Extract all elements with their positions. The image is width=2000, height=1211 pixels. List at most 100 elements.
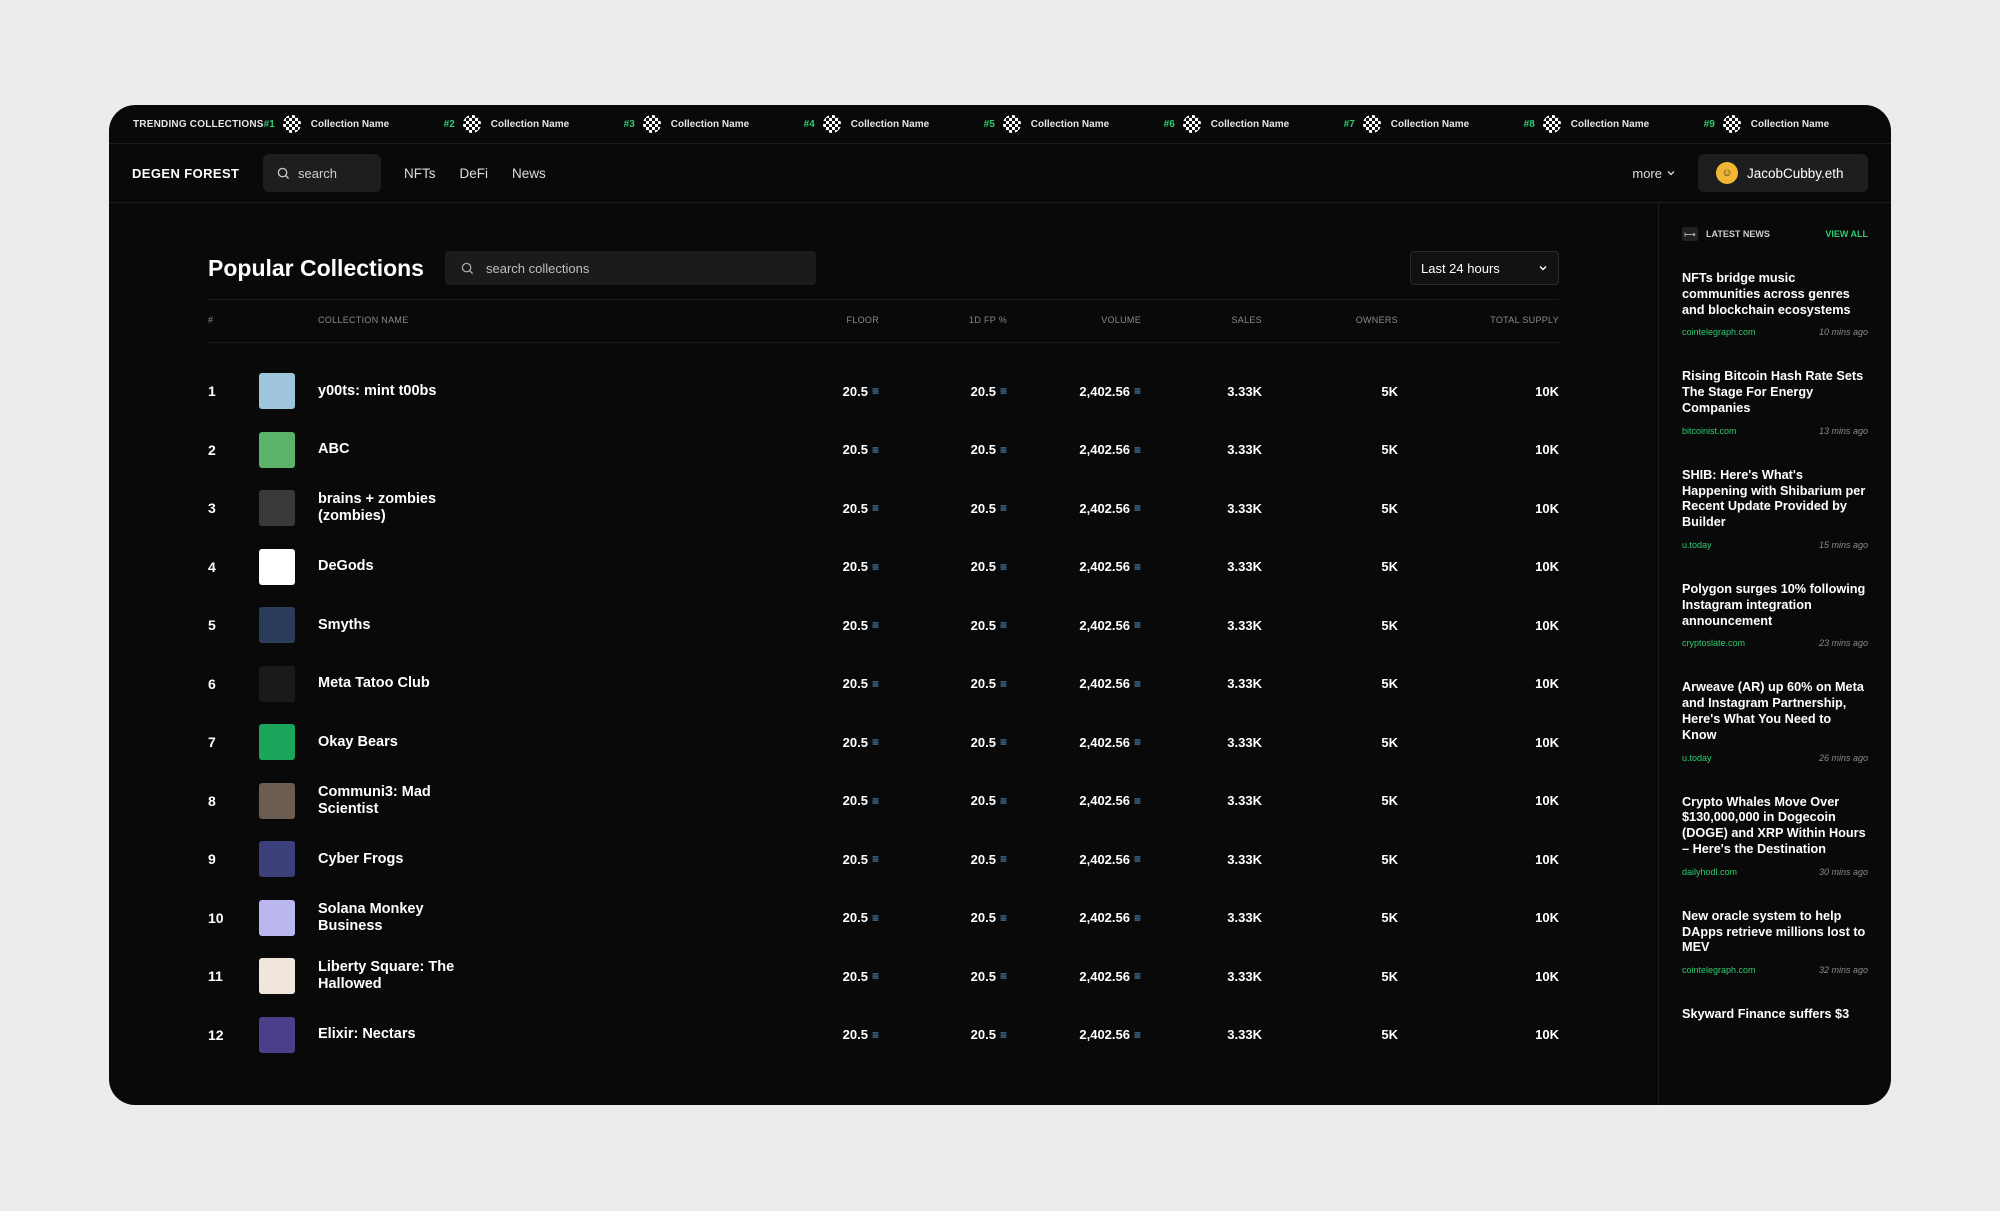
eth-icon: ≡ bbox=[871, 852, 879, 867]
ticker-rank: #5 bbox=[983, 118, 995, 130]
row-rank: 6 bbox=[208, 675, 216, 692]
col-name[interactable]: COLLECTION NAME bbox=[318, 315, 409, 325]
news-source[interactable]: cryptoslate.com bbox=[1682, 638, 1745, 648]
collection-name[interactable]: Smyths bbox=[318, 596, 478, 655]
nav-link-nfts[interactable]: NFTs bbox=[404, 166, 436, 181]
news-headline[interactable]: Skyward Finance suffers $3 bbox=[1682, 1007, 1868, 1023]
collection-name[interactable]: DeGods bbox=[318, 538, 478, 597]
table-row[interactable]: 9 Cyber Frogs 20.5 ≡ 20.5 ≡ 2,402.56 ≡ 3.33K 5K 10… bbox=[208, 830, 1559, 889]
col-floor[interactable]: FLOOR bbox=[846, 315, 879, 325]
eth-icon: ≡ bbox=[871, 618, 879, 633]
table-row[interactable]: 6 Meta Tatoo Club 20.5 ≡ 20.5 ≡ 2,402.56 ≡ 3.33K… bbox=[208, 655, 1559, 714]
collection-thumbnail bbox=[259, 947, 295, 1006]
news-headline[interactable]: Crypto Whales Move Over $130,000,000 in … bbox=[1682, 795, 1868, 858]
table-row[interactable]: 3 brains + zombies (zombies) 20.5 ≡ 20.5 ≡ 2,4… bbox=[208, 479, 1559, 538]
ticker-item[interactable]: #3 Collection Name bbox=[624, 115, 804, 133]
collection-name[interactable]: ABC bbox=[318, 421, 478, 480]
collection-name[interactable]: Communi3: Mad Scientist bbox=[318, 772, 478, 831]
collection-name[interactable]: Liberty Square: The Hallowed bbox=[318, 947, 478, 1006]
sales-value: 3.33K bbox=[1227, 500, 1262, 516]
expand-icon[interactable]: ⟼ bbox=[1682, 227, 1698, 241]
eth-icon: ≡ bbox=[999, 852, 1007, 867]
table-row[interactable]: 2 ABC 20.5 ≡ 20.5 ≡ 2,402.56 ≡ 3.33K 5K 10K bbox=[208, 421, 1559, 480]
ticker-item[interactable]: #5 Collection Name bbox=[984, 115, 1164, 133]
ticker-item[interactable]: #6 Collection Name bbox=[1164, 115, 1344, 133]
table-row[interactable]: 10 Solana Monkey Business 20.5 ≡ 20.5 ≡ 2,402.… bbox=[208, 889, 1559, 948]
ticker-name: Collection Name bbox=[1750, 118, 1830, 130]
sales-value: 3.33K bbox=[1227, 910, 1262, 926]
table-row[interactable]: 5 Smyths 20.5 ≡ 20.5 ≡ 2,402.56 ≡ 3.33K 5K 10K bbox=[208, 596, 1559, 655]
user-button[interactable]: ☺ JacobCubby.eth bbox=[1698, 154, 1868, 192]
collection-logo-icon bbox=[822, 115, 841, 133]
view-all-link[interactable]: VIEW ALL bbox=[1825, 229, 1868, 239]
period-select[interactable]: Last 24 hours bbox=[1410, 251, 1559, 285]
collection-name[interactable]: Solana Monkey Business bbox=[318, 889, 478, 948]
col-sales[interactable]: SALES bbox=[1231, 315, 1262, 325]
ticker-item[interactable]: #2 Collection Name bbox=[444, 115, 624, 133]
table-row[interactable]: 7 Okay Bears 20.5 ≡ 20.5 ≡ 2,402.56 ≡ 3.33K 5K 10K bbox=[208, 713, 1559, 772]
supply-value: 10K bbox=[1535, 734, 1559, 750]
collection-image bbox=[259, 490, 295, 527]
news-headline[interactable]: SHIB: Here's What's Happening with Shiba… bbox=[1682, 468, 1868, 531]
news-item[interactable]: SHIB: Here's What's Happening with Shiba… bbox=[1682, 468, 1868, 550]
news-source[interactable]: u.today bbox=[1682, 540, 1712, 550]
nav-link-news[interactable]: News bbox=[512, 166, 546, 181]
news-source[interactable]: bitcoinist.com bbox=[1682, 426, 1737, 436]
ticker-item[interactable]: #8 Collection Name bbox=[1524, 115, 1704, 133]
ticker-item[interactable]: #4 Collection Name bbox=[804, 115, 984, 133]
supply-value: 10K bbox=[1535, 1027, 1559, 1043]
news-item[interactable]: New oracle system to help DApps retrieve… bbox=[1682, 909, 1868, 975]
collection-name[interactable]: Cyber Frogs bbox=[318, 830, 478, 889]
col-supply[interactable]: TOTAL SUPPLY bbox=[1490, 315, 1559, 325]
table-row[interactable]: 4 DeGods 20.5 ≡ 20.5 ≡ 2,402.56 ≡ 3.33K 5K 10K bbox=[208, 538, 1559, 597]
table-row[interactable]: 12 Elixir: Nectars 20.5 ≡ 20.5 ≡ 2,402.56 ≡ 3.33… bbox=[208, 1006, 1559, 1065]
news-item[interactable]: Rising Bitcoin Hash Rate Sets The Stage … bbox=[1682, 369, 1868, 435]
news-source[interactable]: cointelegraph.com bbox=[1682, 965, 1756, 975]
news-source[interactable]: dailyhodl.com bbox=[1682, 867, 1737, 877]
owners-value: 5K bbox=[1381, 383, 1398, 399]
search-input[interactable]: search bbox=[263, 154, 381, 192]
period-value: Last 24 hours bbox=[1421, 260, 1500, 276]
collection-name[interactable]: Elixir: Nectars bbox=[318, 1006, 478, 1065]
col-volume[interactable]: VOLUME bbox=[1101, 315, 1141, 325]
ticker-item[interactable]: #7 Collection Name bbox=[1344, 115, 1524, 133]
collections-search-input[interactable]: search collections bbox=[445, 251, 816, 285]
col-owners[interactable]: OWNERS bbox=[1356, 315, 1398, 325]
nav-link-defi[interactable]: DeFi bbox=[460, 166, 489, 181]
news-source[interactable]: cointelegraph.com bbox=[1682, 327, 1756, 337]
news-item[interactable]: Polygon surges 10% following Instagram i… bbox=[1682, 582, 1868, 648]
collection-name[interactable]: Okay Bears bbox=[318, 713, 478, 772]
news-item[interactable]: Arweave (AR) up 60% on Meta and Instagra… bbox=[1682, 680, 1868, 762]
collection-name[interactable]: y00ts: mint t00bs bbox=[318, 362, 478, 421]
news-headline[interactable]: NFTs bridge music communities across gen… bbox=[1682, 271, 1868, 318]
news-item[interactable]: Skyward Finance suffers $3 bbox=[1682, 1007, 1868, 1032]
more-menu[interactable]: more bbox=[1632, 166, 1676, 181]
col-fp[interactable]: 1D FP % bbox=[969, 315, 1007, 325]
collection-name[interactable]: Meta Tatoo Club bbox=[318, 655, 478, 714]
row-rank: 7 bbox=[208, 734, 216, 751]
volume-value: 2,402.56 ≡ bbox=[1079, 442, 1141, 458]
collection-name[interactable]: brains + zombies (zombies) bbox=[318, 479, 478, 538]
ticker-rank: #7 bbox=[1343, 118, 1355, 130]
news-headline[interactable]: Arweave (AR) up 60% on Meta and Instagra… bbox=[1682, 680, 1868, 743]
fp-value: 20.5 ≡ bbox=[970, 383, 1007, 399]
ticker-item[interactable]: #1 Collection Name bbox=[264, 115, 444, 133]
table-row[interactable]: 8 Communi3: Mad Scientist 20.5 ≡ 20.5 ≡ 2,402.… bbox=[208, 772, 1559, 831]
sales-value: 3.33K bbox=[1227, 617, 1262, 633]
collection-image bbox=[259, 1016, 295, 1053]
divider bbox=[208, 342, 1559, 343]
ticker-name: Collection Name bbox=[670, 118, 750, 130]
ticker-item[interactable]: #9 Collection Name bbox=[1704, 115, 1884, 133]
fp-value: 20.5 ≡ bbox=[970, 617, 1007, 633]
table-row[interactable]: 1 y00ts: mint t00bs 20.5 ≡ 20.5 ≡ 2,402.56 ≡ 3.3… bbox=[208, 362, 1559, 421]
row-rank: 10 bbox=[208, 909, 224, 926]
news-headline[interactable]: Polygon surges 10% following Instagram i… bbox=[1682, 582, 1868, 629]
news-item[interactable]: NFTs bridge music communities across gen… bbox=[1682, 271, 1868, 337]
collection-logo-icon bbox=[642, 115, 661, 133]
table-row[interactable]: 11 Liberty Square: The Hallowed 20.5 ≡ 20.5 ≡… bbox=[208, 947, 1559, 1006]
logo[interactable]: DEGEN FOREST bbox=[132, 166, 263, 181]
news-source[interactable]: u.today bbox=[1682, 753, 1712, 763]
news-item[interactable]: Crypto Whales Move Over $130,000,000 in … bbox=[1682, 795, 1868, 877]
news-headline[interactable]: Rising Bitcoin Hash Rate Sets The Stage … bbox=[1682, 369, 1868, 416]
news-headline[interactable]: New oracle system to help DApps retrieve… bbox=[1682, 909, 1868, 956]
